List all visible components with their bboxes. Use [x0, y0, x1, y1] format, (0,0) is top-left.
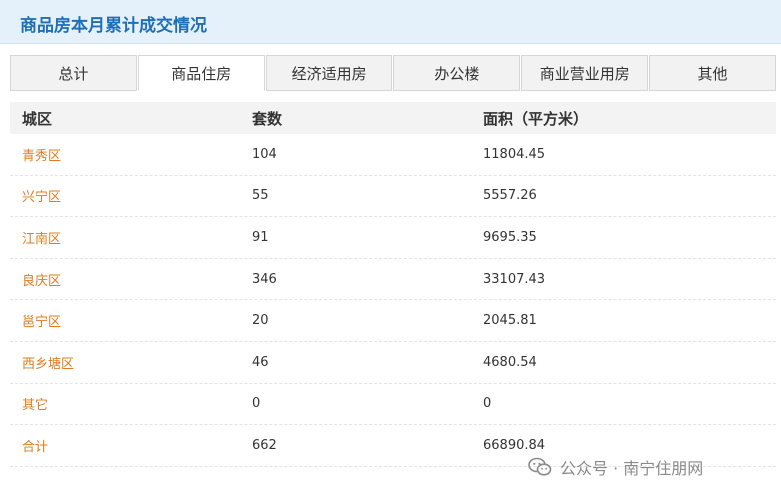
tab-commercial-business[interactable]: 商业营业用房	[521, 55, 649, 91]
units-cell: 104	[252, 146, 277, 162]
table-row: 西乡塘区 46 4680.54	[10, 342, 776, 384]
area-cell: 2045.81	[483, 313, 537, 329]
column-header-units: 套数	[252, 109, 283, 128]
tab-office[interactable]: 办公楼	[393, 55, 521, 91]
watermark: 公众号 · 南宁住朋网	[528, 455, 703, 479]
table-row: 良庆区 346 33107.43	[10, 259, 776, 301]
tab-affordable-housing[interactable]: 经济适用房	[265, 55, 393, 91]
table-row: 青秀区 104 11804.45	[10, 134, 776, 176]
table-row: 江南区 91 9695.35	[10, 217, 776, 259]
area-cell: 11804.45	[483, 146, 546, 162]
tab-other[interactable]: 其他	[649, 55, 776, 91]
area-cell: 0	[483, 396, 492, 412]
units-cell: 55	[252, 188, 269, 204]
table-row: 兴宁区 55 5557.26	[10, 176, 776, 218]
area-cell: 5557.26	[483, 188, 537, 204]
units-cell: 0	[252, 396, 261, 412]
district-link[interactable]: 江南区	[10, 228, 242, 247]
table-row: 邕宁区 20 2045.81	[10, 300, 776, 342]
column-header-district: 城区	[22, 109, 53, 128]
column-header-area: 面积（平方米）	[483, 109, 589, 128]
area-cell: 9695.35	[483, 229, 537, 245]
area-cell: 33107.43	[483, 271, 546, 287]
district-link[interactable]: 其它	[10, 394, 242, 413]
total-label[interactable]: 合计	[10, 436, 242, 455]
page-title: 商品房本月累计成交情况	[20, 16, 207, 36]
area-cell: 4680.54	[483, 354, 537, 370]
page-header: 商品房本月累计成交情况	[0, 0, 781, 44]
table-header: 城区 套数 面积（平方米）	[10, 102, 776, 134]
table-row: 其它 0 0	[10, 384, 776, 426]
area-cell: 66890.84	[483, 437, 546, 453]
units-cell: 91	[252, 229, 269, 245]
tab-commercial-housing[interactable]: 商品住房	[137, 55, 265, 91]
district-link[interactable]: 兴宁区	[10, 186, 242, 205]
district-link[interactable]: 青秀区	[10, 145, 242, 164]
transactions-table: 城区 套数 面积（平方米） 青秀区 104 11804.45 兴宁区 55 55…	[10, 102, 776, 467]
district-link[interactable]: 邕宁区	[10, 311, 242, 330]
tab-total[interactable]: 总计	[10, 55, 137, 91]
units-cell: 20	[252, 313, 269, 329]
units-cell: 46	[252, 354, 269, 370]
district-link[interactable]: 良庆区	[10, 270, 242, 289]
wechat-icon	[528, 457, 552, 476]
units-cell: 662	[252, 437, 277, 453]
category-tabs: 总计 商品住房 经济适用房 办公楼 商业营业用房 其他	[10, 55, 776, 91]
units-cell: 346	[252, 271, 277, 287]
watermark-text: 公众号 · 南宁住朋网	[560, 459, 704, 478]
district-link[interactable]: 西乡塘区	[10, 353, 242, 372]
